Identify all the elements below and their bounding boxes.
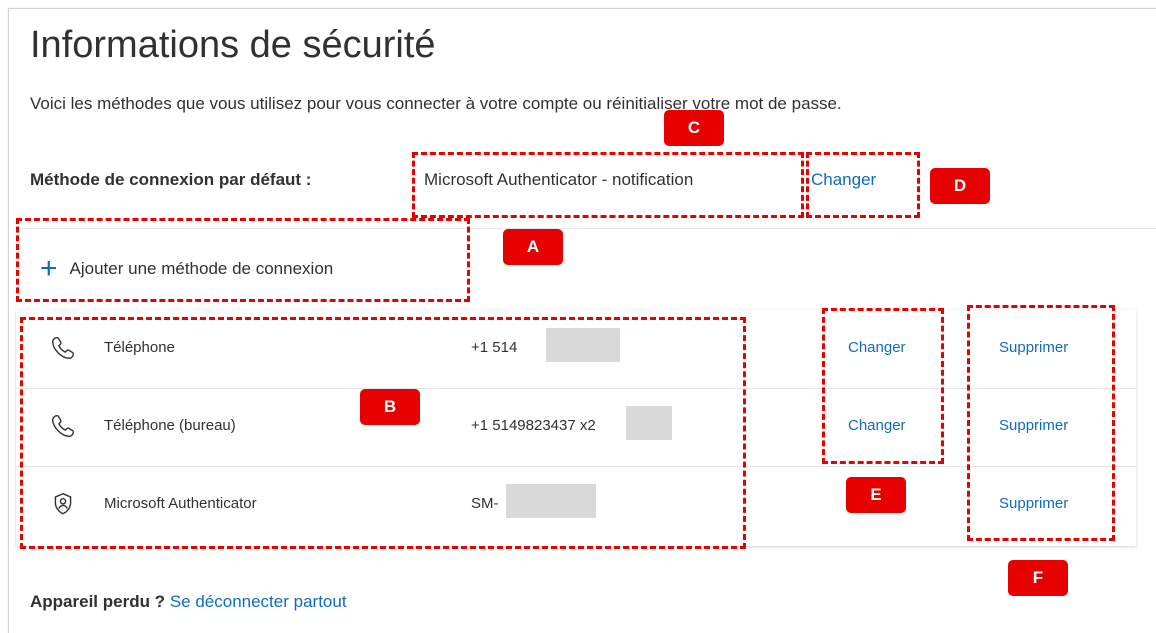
annotation-badge-e: E [846,477,906,513]
callout-box-c [412,152,804,218]
callout-box-f [967,305,1115,541]
lost-device-line: Appareil perdu ? Se déconnecter partout [30,592,347,612]
callout-box-a [16,218,470,302]
annotation-badge-f: F [1008,560,1068,596]
lost-device-label: Appareil perdu ? [30,592,166,611]
default-method-label: Méthode de connexion par défaut : [30,170,312,189]
annotation-badge-a: A [503,229,563,265]
callout-box-b [20,317,746,549]
annotation-badge-c: C [664,110,724,146]
sign-out-everywhere-link[interactable]: Se déconnecter partout [170,592,347,611]
annotation-badge-d: D [930,168,990,204]
callout-box-e [822,308,944,464]
callout-box-d [806,152,920,218]
page-title: Informations de sécurité [30,24,436,66]
annotation-badge-b: B [360,389,420,425]
